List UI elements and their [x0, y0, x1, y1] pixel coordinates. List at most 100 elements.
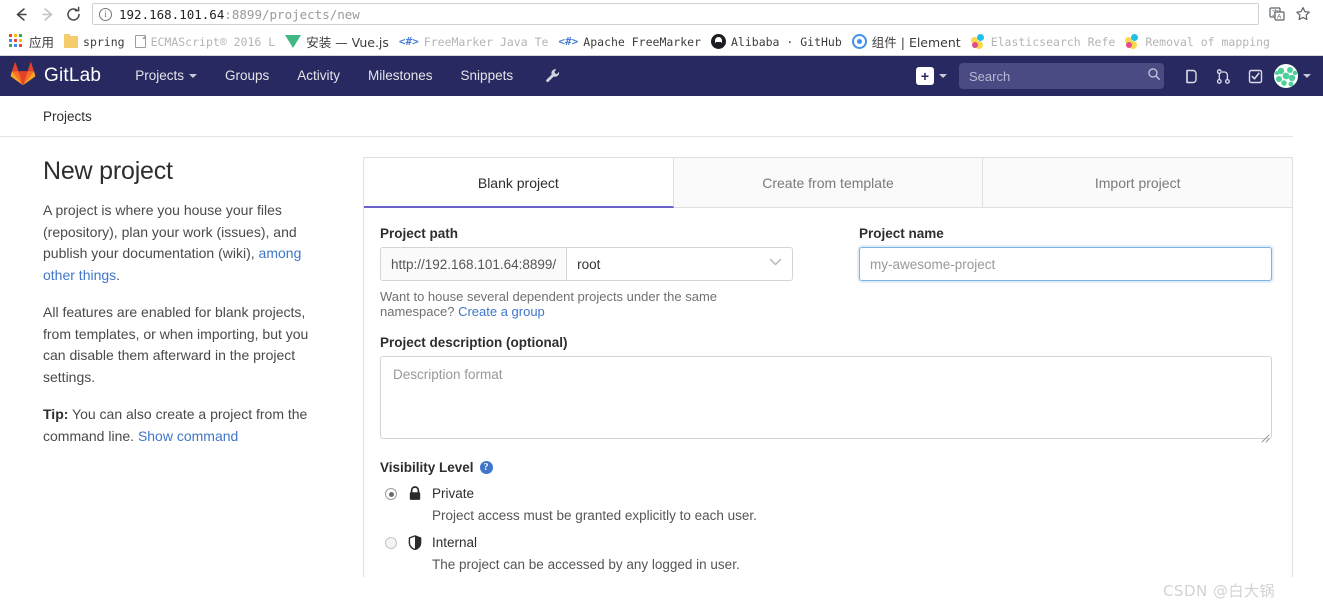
nav-link-activity[interactable]: Activity: [283, 56, 354, 96]
document-icon: [134, 35, 146, 48]
chrome-right-icons: 文A: [1265, 2, 1315, 26]
bookmark-element[interactable]: 组件 | Element: [847, 31, 966, 53]
nav-link-snippets[interactable]: Snippets: [447, 56, 528, 96]
todos-check-icon[interactable]: [1242, 63, 1268, 89]
shield-icon: [407, 534, 423, 550]
visibility-option-desc: The project can be accessed by any logge…: [432, 557, 740, 572]
back-arrow-icon[interactable]: [8, 1, 34, 27]
elasticsearch-icon: [1125, 34, 1140, 49]
breadcrumb[interactable]: Projects: [43, 109, 92, 124]
issues-icon[interactable]: [1178, 63, 1204, 89]
bookmark-vuejs[interactable]: 安装 — Vue.js: [280, 31, 394, 53]
bookmark-label: ECMAScript® 2016 L: [150, 34, 276, 49]
project-description-label: Project description (optional): [380, 335, 568, 350]
site-info-icon[interactable]: i: [99, 7, 112, 21]
visibility-internal-body: Internal The project can be accessed by …: [432, 534, 1272, 574]
nav-link-label: Groups: [224, 68, 270, 83]
bookmark-removal-of-mapping[interactable]: Removal of mapping: [1120, 31, 1275, 53]
bookmark-label: Apache FreeMarker: [583, 34, 701, 49]
tab-create-from-template[interactable]: Create from template: [673, 158, 984, 207]
bookmark-freemarker-java[interactable]: <#> FreeMarker Java Te: [394, 31, 554, 53]
project-path-input-group: http://192.168.101.64:8899/ root: [380, 247, 793, 281]
tab-import-project[interactable]: Import project: [983, 158, 1293, 207]
chevron-down-icon: [769, 258, 782, 270]
github-icon: [711, 34, 726, 49]
translate-icon[interactable]: 文A: [1265, 2, 1289, 26]
nav-link-milestones[interactable]: Milestones: [354, 56, 447, 96]
bookmark-alibaba-github[interactable]: Alibaba · GitHub: [706, 31, 847, 53]
search-box[interactable]: [959, 63, 1164, 89]
apps-grid-icon: [9, 34, 24, 49]
elasticsearch-icon: [970, 34, 986, 49]
create-a-group-link[interactable]: Create a group: [458, 304, 545, 319]
gitlab-home-link[interactable]: GitLab: [10, 61, 101, 91]
user-menu-button[interactable]: [1274, 64, 1311, 88]
page-title: New project: [43, 157, 173, 185]
namespace-hint-text: Want to house several dependent projects…: [380, 289, 718, 319]
sidebar-tip: Tip: You can also create a project from …: [43, 404, 333, 447]
omnibar-row: i 192.168.101.64:8899/projects/new 文A: [0, 0, 1323, 28]
code-icon: <#>: [398, 35, 419, 48]
plus-icon: +: [916, 67, 934, 85]
nav-link-label: Milestones: [368, 68, 433, 83]
namespace-select[interactable]: root: [567, 248, 792, 280]
bookmark-label: 安装 — Vue.js: [306, 35, 389, 50]
wrench-icon[interactable]: [545, 68, 561, 84]
visibility-option-name: Internal: [432, 535, 478, 550]
star-icon[interactable]: [1291, 2, 1315, 26]
show-command-link[interactable]: Show command: [138, 428, 238, 444]
bookmarks-bar: 应用 spring ECMAScript® 2016 L 安装 — Vue.js…: [0, 28, 1323, 56]
path-and-name-row: Project path http://192.168.101.64:8899/…: [380, 226, 1272, 319]
project-description-textarea[interactable]: [380, 356, 1272, 439]
bookmark-label: Elasticsearch Refe: [990, 34, 1116, 49]
bookmark-apache-freemarker[interactable]: <#> Apache FreeMarker: [553, 31, 706, 53]
vue-icon: [285, 35, 302, 48]
reload-icon[interactable]: [60, 1, 86, 27]
breadcrumb-row: Projects: [0, 96, 1293, 137]
content-wrap: New project A project is where you house…: [0, 137, 1323, 577]
folder-icon: [64, 33, 79, 48]
description-textarea-wrap: [380, 356, 1272, 444]
blank-project-form: Project path http://192.168.101.64:8899/…: [363, 208, 1293, 577]
radio-internal[interactable]: [385, 537, 397, 549]
visibility-option-desc: Project access must be granted explicitl…: [432, 508, 757, 523]
project-name-label: Project name: [859, 226, 944, 241]
bookmark-spring[interactable]: spring: [59, 31, 130, 53]
bookmark-apps[interactable]: 应用: [4, 31, 59, 53]
visibility-option-private[interactable]: Private Project access must be granted e…: [380, 485, 1272, 525]
new-project-panel: Blank project Create from template Impor…: [363, 157, 1293, 577]
namespace-hint: Want to house several dependent projects…: [380, 289, 793, 319]
bookmark-label: Alibaba · GitHub: [731, 34, 842, 49]
page-body: Projects New project A project is where …: [0, 96, 1323, 600]
url-bar[interactable]: i 192.168.101.64:8899/projects/new: [92, 3, 1259, 25]
radio-private[interactable]: [385, 488, 397, 500]
gitlab-nav-links: Projects Groups Activity Milestones Snip…: [121, 56, 527, 96]
nav-link-groups[interactable]: Groups: [211, 56, 283, 96]
visibility-option-internal[interactable]: Internal The project can be accessed by …: [380, 534, 1272, 574]
tip-label: Tip:: [43, 406, 69, 422]
bookmark-label: 应用: [29, 35, 55, 50]
browser-chrome: i 192.168.101.64:8899/projects/new 文A 应用…: [0, 0, 1323, 56]
bookmark-label: Removal of mapping: [1145, 34, 1270, 49]
sidebar-paragraph-2: All features are enabled for blank proje…: [43, 304, 309, 385]
project-name-input[interactable]: [859, 247, 1272, 281]
help-question-icon[interactable]: ?: [479, 461, 493, 474]
bookmark-elasticsearch-ref[interactable]: Elasticsearch Refe: [966, 31, 1121, 53]
bookmark-label: 组件 | Element: [871, 35, 961, 50]
gitlab-navbar: GitLab Projects Groups Activity Mileston…: [0, 56, 1323, 96]
tab-blank-project[interactable]: Blank project: [364, 158, 674, 208]
merge-request-icon[interactable]: [1210, 63, 1236, 89]
chevron-down-icon: [939, 74, 947, 78]
visibility-title-text: Visibility Level: [380, 460, 474, 475]
url-text: 192.168.101.64:8899/projects/new: [119, 6, 360, 22]
search-icon: [1147, 67, 1161, 86]
nav-link-projects[interactable]: Projects: [121, 56, 211, 96]
tab-label: Blank project: [477, 175, 559, 191]
path-prefix-addon: http://192.168.101.64:8899/: [381, 248, 568, 280]
new-dropdown-button[interactable]: +: [916, 67, 947, 85]
bookmark-ecmascript[interactable]: ECMAScript® 2016 L: [130, 31, 281, 53]
search-input[interactable]: [967, 67, 1147, 85]
namespace-value: root: [577, 256, 601, 272]
project-description-field-group: Project description (optional): [380, 335, 1272, 444]
nav-link-label: Activity: [297, 68, 341, 83]
